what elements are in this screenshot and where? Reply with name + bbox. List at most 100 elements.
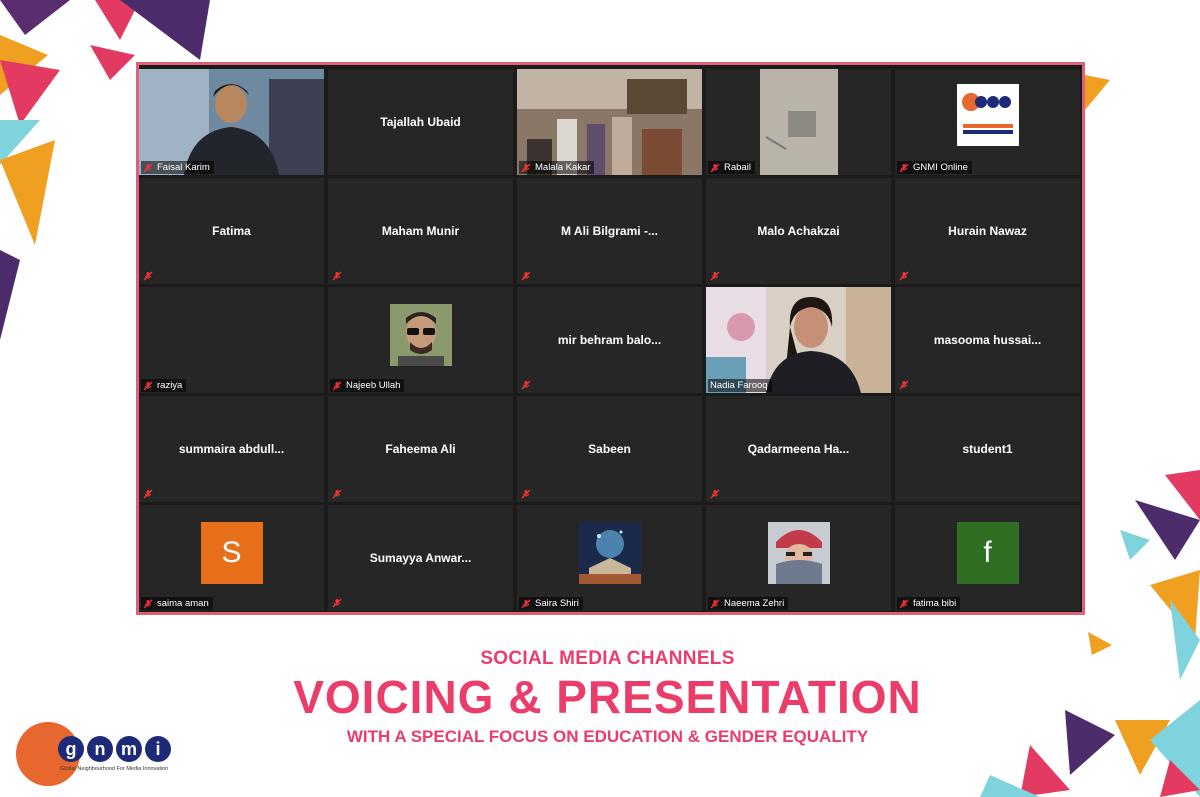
video-meeting-gallery: Faisal Karim Tajallah Ubaid Malala Kakar xyxy=(136,62,1085,615)
participant-tile[interactable]: GNMI Online xyxy=(895,69,1080,175)
participant-label: Najeeb Ullah xyxy=(330,379,405,392)
gnmi-logo-avatar xyxy=(956,84,1019,146)
logo-letters: g n m i xyxy=(58,736,171,762)
participant-video xyxy=(139,69,324,175)
caption-subtitle: SOCIAL MEDIA CHANNELS xyxy=(480,648,735,669)
participant-video xyxy=(517,69,702,175)
mic-muted-icon xyxy=(710,163,720,172)
participant-name: Saira Shiri xyxy=(535,598,579,609)
mic-muted-icon xyxy=(332,489,342,499)
mic-muted-icon xyxy=(521,163,531,172)
participant-name: Naeema Zehri xyxy=(724,598,785,609)
mic-muted-icon xyxy=(899,271,909,281)
logo-letter: n xyxy=(87,736,113,762)
mic-muted-icon xyxy=(710,271,720,281)
participant-name: masooma hussai... xyxy=(933,333,1042,347)
participant-tile[interactable]: Fatima xyxy=(139,178,324,284)
participant-name: mir behram balo... xyxy=(557,333,662,347)
participant-name: Sabeen xyxy=(588,442,631,456)
mic-muted-icon xyxy=(332,381,342,390)
profile-photo xyxy=(767,522,830,584)
participant-name: Faisal Karim xyxy=(157,162,210,173)
participant-tile[interactable]: Tajallah Ubaid xyxy=(328,69,513,175)
participant-label: raziya xyxy=(141,379,187,392)
participant-name: Fatima xyxy=(212,224,251,238)
participant-tile-active-speaker[interactable]: Nadia Farooq xyxy=(706,287,891,393)
mic-muted-icon xyxy=(521,271,531,281)
caption-title: VOICING & PRESENTATION xyxy=(293,671,922,723)
participant-tile[interactable]: Sabeen xyxy=(517,396,702,502)
mic-muted-icon xyxy=(899,163,909,172)
mic-muted-icon xyxy=(521,489,531,499)
mic-muted-icon xyxy=(143,271,153,281)
participant-name: Faheema Ali xyxy=(385,442,456,456)
participant-tile[interactable]: Qadarmeena Ha... xyxy=(706,396,891,502)
mic-muted-icon xyxy=(521,599,531,608)
participant-tile[interactable]: M Ali Bilgrami -... xyxy=(517,178,702,284)
participant-tile[interactable]: Najeeb Ullah xyxy=(328,287,513,393)
mic-muted-icon xyxy=(143,381,153,390)
participant-name: Sumayya Anwar... xyxy=(369,551,472,565)
logo-letter: g xyxy=(58,736,84,762)
participant-tile[interactable]: Faheema Ali xyxy=(328,396,513,502)
participant-tile[interactable]: Malo Achakzai xyxy=(706,178,891,284)
participant-label: fatima bibi xyxy=(897,597,961,610)
participant-label: Nadia Farooq xyxy=(708,379,772,392)
mic-muted-icon xyxy=(899,380,909,390)
participant-name: Maham Munir xyxy=(381,224,460,238)
mic-muted-icon xyxy=(143,599,153,608)
participant-name: Malo Achakzai xyxy=(757,224,840,238)
participant-label: Naeema Zehri xyxy=(708,597,789,610)
participant-tile[interactable]: Sumayya Anwar... xyxy=(328,505,513,611)
participant-tile[interactable]: Maham Munir xyxy=(328,178,513,284)
participant-name: fatima bibi xyxy=(913,598,957,609)
participant-label: Malala Kakar xyxy=(519,161,595,174)
participant-tile[interactable]: Rabail xyxy=(706,69,891,175)
mic-muted-icon xyxy=(332,271,342,281)
caption-focus: WITH A SPECIAL FOCUS ON EDUCATION & GEND… xyxy=(346,727,869,746)
profile-photo xyxy=(578,522,641,584)
participant-tile[interactable]: Malala Kakar xyxy=(517,69,702,175)
participant-tile[interactable]: mir behram balo... xyxy=(517,287,702,393)
participant-tile[interactable]: raziya xyxy=(139,287,324,393)
participant-tile[interactable]: f fatima bibi xyxy=(895,505,1080,611)
participant-name: Qadarmeena Ha... xyxy=(747,442,850,456)
mic-muted-icon xyxy=(710,599,720,608)
participant-tile[interactable]: Saira Shiri xyxy=(517,505,702,611)
participant-name: Tajallah Ubaid xyxy=(380,115,461,129)
participant-tile[interactable]: S saima aman xyxy=(139,505,324,611)
participant-tile[interactable]: masooma hussai... xyxy=(895,287,1080,393)
participant-name: raziya xyxy=(157,380,183,391)
logo-letter: i xyxy=(145,736,171,762)
letter-avatar: S xyxy=(200,522,263,584)
participant-name: student1 xyxy=(962,442,1013,456)
participant-label: GNMI Online xyxy=(897,161,972,174)
logo-letter: m xyxy=(116,736,142,762)
logo-tagline: Global Neighbourhood For Media Innovatio… xyxy=(60,766,169,772)
mic-muted-icon xyxy=(710,489,720,499)
gnmi-logo: g n m i Global Neighbourhood For Media I… xyxy=(16,722,176,790)
mic-muted-icon xyxy=(521,380,531,390)
participant-tile[interactable]: Naeema Zehri xyxy=(706,505,891,611)
participant-video xyxy=(706,69,891,175)
participant-tile[interactable]: student1 xyxy=(895,396,1080,502)
participant-name: Rabail xyxy=(724,162,751,173)
participant-name: summaira abdull... xyxy=(178,442,285,456)
participant-video xyxy=(706,287,891,393)
mic-muted-icon xyxy=(332,598,342,608)
participant-label: Saira Shiri xyxy=(519,597,583,610)
participant-name: saima aman xyxy=(157,598,209,609)
mic-muted-icon xyxy=(143,163,153,172)
participant-tile[interactable]: Hurain Nawaz xyxy=(895,178,1080,284)
profile-photo xyxy=(389,304,452,366)
participant-name: GNMI Online xyxy=(913,162,968,173)
participant-label: Faisal Karim xyxy=(141,161,214,174)
participant-label: saima aman xyxy=(141,597,213,610)
letter-avatar: f xyxy=(956,522,1019,584)
mic-muted-icon xyxy=(899,599,909,608)
participant-name: Najeeb Ullah xyxy=(346,380,401,391)
participant-tile[interactable]: Faisal Karim xyxy=(139,69,324,175)
mic-muted-icon xyxy=(143,489,153,499)
participant-tile[interactable]: summaira abdull... xyxy=(139,396,324,502)
participant-name: Nadia Farooq xyxy=(710,380,768,391)
